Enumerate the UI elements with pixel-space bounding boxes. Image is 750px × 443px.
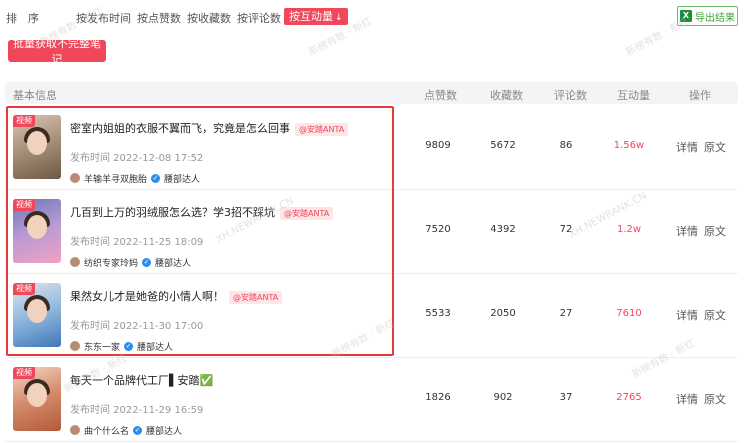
comments-count: 72 [559, 224, 573, 235]
author-name[interactable]: 曲个什么名 [84, 424, 129, 437]
export-label: 导出结果 [695, 12, 735, 24]
level-badge-icon: ✓ [133, 425, 143, 435]
brand-mention-badge: @安踏ANTA [280, 207, 334, 220]
sort-desc-icon: ↓ [335, 13, 343, 23]
thumbnail-figure [27, 383, 47, 407]
header-basic-info: 基本信息 [13, 89, 57, 102]
likes-count: 1826 [425, 392, 451, 403]
author-info: 纺织专家玲妈 ✓ 腰部达人 [70, 256, 192, 269]
sort-active-label: 按互动量 [289, 10, 333, 23]
author-avatar [70, 341, 80, 351]
header-actions: 操作 [689, 89, 711, 102]
note-title[interactable]: 密室内姐姐的衣服不翼而飞，究竟是怎么回事 @安踏ANTA [70, 120, 349, 136]
author-avatar [70, 173, 80, 183]
sort-by-collects[interactable]: 按收藏数 [187, 10, 231, 26]
video-tag: 视频 [13, 367, 35, 379]
author-level: 腰部达人 [155, 258, 192, 269]
origin-link[interactable]: 原文 [704, 139, 726, 155]
collects-count: 902 [493, 392, 513, 403]
sort-label: 排 序 [6, 12, 39, 25]
note-thumbnail[interactable]: 视频 [13, 367, 61, 431]
video-tag: 视频 [13, 283, 35, 295]
header-interactions: 互动量 [617, 89, 650, 102]
export-button[interactable]: X 导出结果 [677, 6, 738, 26]
author-level: 腰部达人 [146, 426, 183, 437]
interactions-count: 1.56w [613, 140, 645, 151]
sort-bar: 排 序 按发布时间 按点赞数 按收藏数 按评论数 按互动量 ↓ [0, 0, 750, 34]
sort-by-interactions[interactable]: 按互动量 ↓ [284, 8, 348, 25]
excel-icon: X [680, 10, 692, 22]
origin-link[interactable]: 原文 [704, 391, 726, 407]
publish-time: 发布时间 2022-11-25 18:09 [70, 237, 204, 248]
header-likes: 点赞数 [424, 89, 457, 102]
author-name[interactable]: 纺织专家玲妈 [84, 256, 138, 269]
publish-time: 发布时间 2022-11-29 16:59 [70, 405, 204, 416]
note-title-text: 几百到上万的羽绒服怎么选？学3招不踩坑 [70, 206, 275, 219]
note-thumbnail[interactable]: 视频 [13, 283, 61, 347]
detail-link[interactable]: 详情 [676, 139, 698, 155]
origin-link[interactable]: 原文 [704, 223, 726, 239]
table-row: 视频 几百到上万的羽绒服怎么选？学3招不踩坑 @安踏ANTA 发布时间 2022-… [5, 190, 738, 274]
note-title-text: 密室内姐姐的衣服不翼而飞，究竟是怎么回事 [70, 122, 290, 135]
collects-count: 4392 [490, 224, 516, 235]
detail-link[interactable]: 详情 [676, 307, 698, 323]
thumbnail-figure [27, 299, 47, 323]
brand-mention-badge: @安踏ANTA [229, 291, 283, 304]
author-info: 东东一家 ✓ 腰部达人 [70, 340, 174, 353]
note-thumbnail[interactable]: 视频 [13, 199, 61, 263]
comments-count: 37 [559, 392, 573, 403]
header-collects: 收藏数 [490, 89, 523, 102]
note-title[interactable]: 几百到上万的羽绒服怎么选？学3招不踩坑 @安踏ANTA [70, 204, 334, 220]
collects-count: 5672 [490, 140, 516, 151]
interactions-count: 2765 [616, 392, 642, 403]
author-level: 腰部达人 [164, 174, 201, 185]
brand-mention-badge: @安踏ANTA [295, 123, 349, 136]
interactions-count: 1.2w [616, 224, 642, 235]
table-row: 视频 每天一个品牌代工厂▌安踏✅ 发布时间 2022-11-29 16:59 曲… [5, 358, 738, 442]
publish-time: 发布时间 2022-12-08 17:52 [70, 153, 204, 164]
note-title[interactable]: 果然女儿才是她爸的小情人啊！ @安踏ANTA [70, 288, 283, 304]
note-title-text: 果然女儿才是她爸的小情人啊！ [70, 290, 224, 303]
likes-count: 9809 [425, 140, 451, 151]
author-info: 曲个什么名 ✓ 腰部达人 [70, 424, 183, 437]
likes-count: 7520 [425, 224, 451, 235]
level-badge-icon: ✓ [142, 257, 152, 267]
publish-time: 发布时间 2022-11-30 17:00 [70, 321, 204, 332]
sort-by-comments[interactable]: 按评论数 [237, 10, 281, 26]
detail-link[interactable]: 详情 [676, 391, 698, 407]
video-tag: 视频 [13, 115, 35, 127]
note-title[interactable]: 每天一个品牌代工厂▌安踏✅ [70, 372, 213, 388]
origin-link[interactable]: 原文 [704, 307, 726, 323]
author-level: 腰部达人 [137, 342, 174, 353]
level-badge-icon: ✓ [151, 173, 161, 183]
author-name[interactable]: 羊输羊寻双胞胎 [84, 172, 147, 185]
thumbnail-figure [27, 131, 47, 155]
author-name[interactable]: 东东一家 [84, 340, 120, 353]
note-thumbnail[interactable]: 视频 [13, 115, 61, 179]
thumbnail-figure [27, 215, 47, 239]
table-header: 基本信息 点赞数 收藏数 评论数 互动量 操作 [5, 82, 738, 104]
author-info: 羊输羊寻双胞胎 ✓ 腰部达人 [70, 172, 201, 185]
batch-fetch-button[interactable]: 批量获取不完整笔记 [8, 38, 106, 66]
sort-by-likes[interactable]: 按点赞数 [137, 10, 181, 26]
video-tag: 视频 [13, 199, 35, 211]
comments-count: 86 [559, 140, 573, 151]
detail-link[interactable]: 详情 [676, 223, 698, 239]
collects-count: 2050 [490, 308, 516, 319]
table-row: 视频 果然女儿才是她爸的小情人啊！ @安踏ANTA 发布时间 2022-11-30… [5, 274, 738, 358]
likes-count: 5533 [425, 308, 451, 319]
interactions-count: 7610 [616, 308, 642, 319]
note-title-text: 每天一个品牌代工厂▌安踏✅ [70, 374, 214, 387]
level-badge-icon: ✓ [124, 341, 134, 351]
sort-by-publish-time[interactable]: 按发布时间 [76, 10, 131, 26]
table-row: 视频 密室内姐姐的衣服不翼而飞，究竟是怎么回事 @安踏ANTA 发布时间 2022… [5, 106, 738, 190]
author-avatar [70, 425, 80, 435]
header-comments: 评论数 [554, 89, 587, 102]
author-avatar [70, 257, 80, 267]
comments-count: 27 [559, 308, 573, 319]
